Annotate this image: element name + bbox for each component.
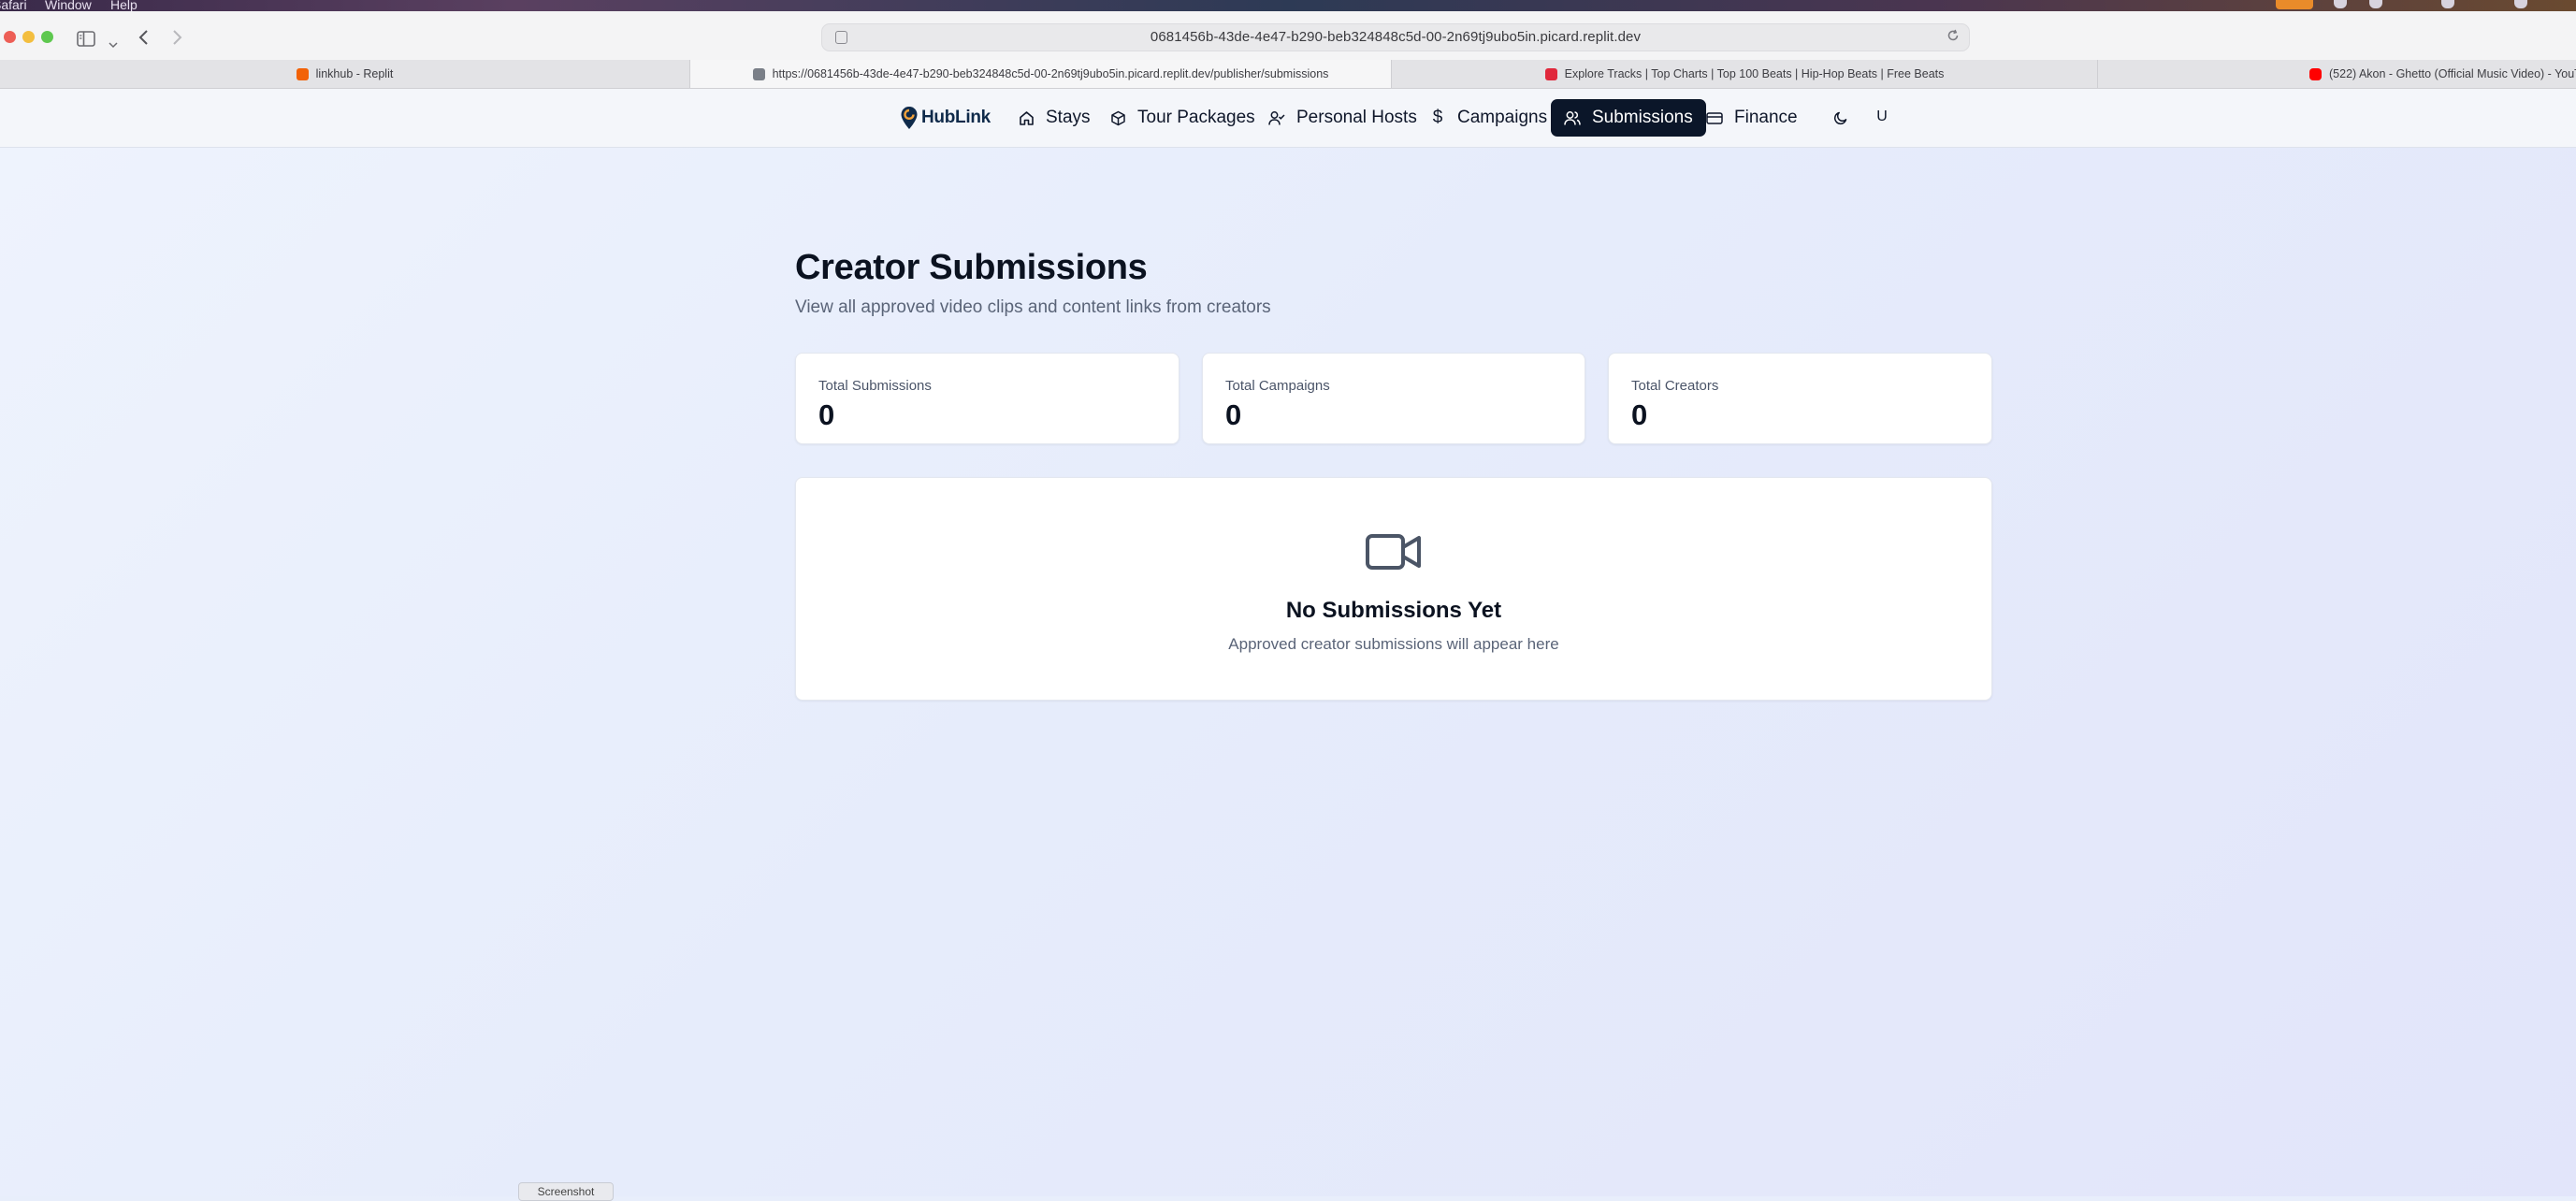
nav-personal-hosts[interactable]: Personal Hosts xyxy=(1255,99,1430,137)
empty-state-title: No Submissions Yet xyxy=(1285,598,1502,623)
browser-tab[interactable]: Explore Tracks | Top Charts | Top 100 Be… xyxy=(1392,60,2098,88)
minimize-window-button[interactable] xyxy=(22,31,35,43)
tab-bar: linkhub - Replit https://0681456b-43de-4… xyxy=(0,60,2576,89)
user-check-icon xyxy=(1268,109,1285,126)
site-header: HubLink Stays Tour Packages Personal Hos… xyxy=(0,89,2576,148)
main-content: Creator Submissions View all approved vi… xyxy=(0,148,2576,1196)
map-pin-logo-icon xyxy=(901,107,918,129)
stat-card-total-submissions: Total Submissions 0 xyxy=(795,353,1179,444)
chevron-down-icon[interactable] xyxy=(109,29,118,55)
nav-submissions[interactable]: Submissions xyxy=(1551,99,1706,137)
hublink-logo[interactable]: HubLink xyxy=(900,103,991,133)
url-text: 0681456b-43de-4e47-b290-beb324848c5d-00-… xyxy=(1150,29,1642,45)
status-menu-icon[interactable] xyxy=(2276,0,2313,9)
moon-icon xyxy=(1833,111,1847,125)
nav-finance[interactable]: Finance xyxy=(1693,99,1811,137)
stat-card-total-creators: Total Creators 0 xyxy=(1608,353,1992,444)
page-subtitle: View all approved video clips and conten… xyxy=(795,297,1271,317)
stat-card-total-campaigns: Total Campaigns 0 xyxy=(1202,353,1585,444)
user-avatar[interactable]: U xyxy=(1870,103,1894,131)
nav-label: Campaigns xyxy=(1457,108,1548,127)
home-icon xyxy=(1018,109,1035,126)
browser-tab[interactable]: (522) Akon - Ghetto (Official Music Vide… xyxy=(2098,60,2576,88)
browser-tab-active[interactable]: https://0681456b-43de-4e47-b290-beb32484… xyxy=(690,60,1392,88)
status-menu-icon[interactable] xyxy=(2334,0,2347,8)
stat-value: 0 xyxy=(1225,398,1242,431)
empty-state-subtitle: Approved creator submissions will appear… xyxy=(1228,635,1559,653)
nav-label: Personal Hosts xyxy=(1296,108,1417,127)
browser-toolbar: 0681456b-43de-4e47-b290-beb324848c5d-00-… xyxy=(0,11,2576,60)
beats-favicon-icon xyxy=(1544,67,1557,80)
address-bar[interactable]: 0681456b-43de-4e47-b290-beb324848c5d-00-… xyxy=(821,23,1970,51)
close-window-button[interactable] xyxy=(4,31,16,43)
package-icon xyxy=(1109,109,1126,126)
tab-label: (522) Akon - Ghetto (Official Music Vide… xyxy=(2329,67,2576,80)
youtube-favicon-icon xyxy=(2309,67,2322,80)
theme-toggle-button[interactable] xyxy=(1829,106,1853,130)
tab-label: Explore Tracks | Top Charts | Top 100 Be… xyxy=(1564,67,1945,80)
nav-label: Stays xyxy=(1046,108,1091,127)
dollar-icon: $ xyxy=(1432,108,1443,127)
stat-label: Total Creators xyxy=(1631,378,1719,394)
tab-label: linkhub - Replit xyxy=(315,67,394,80)
nav-label: Finance xyxy=(1734,108,1798,127)
back-icon[interactable] xyxy=(138,26,150,52)
nav-campaigns[interactable]: $ Campaigns xyxy=(1416,99,1560,137)
sidebar-toggle-icon[interactable] xyxy=(77,27,95,53)
macos-menubar: Safari Window Help xyxy=(0,0,2576,12)
nav-tour-packages[interactable]: Tour Packages xyxy=(1096,99,1268,137)
nav-stays[interactable]: Stays xyxy=(1005,99,1104,137)
page-title: Creator Submissions xyxy=(795,248,1148,287)
browser-tab[interactable]: linkhub - Replit xyxy=(0,60,690,88)
credit-card-icon xyxy=(1706,109,1723,126)
site-favicon-icon xyxy=(752,67,765,80)
stat-value: 0 xyxy=(818,398,835,431)
forward-icon[interactable] xyxy=(171,26,182,52)
stat-label: Total Campaigns xyxy=(1225,378,1330,394)
screenshot-floating-label[interactable]: Screenshot xyxy=(518,1182,614,1201)
nav-label: Submissions xyxy=(1592,108,1693,127)
stat-value: 0 xyxy=(1631,398,1648,431)
logo-text: HubLink xyxy=(921,108,991,127)
status-menu-icon[interactable] xyxy=(2514,0,2527,8)
reload-icon[interactable] xyxy=(1946,27,1960,47)
tab-label: https://0681456b-43de-4e47-b290-beb32484… xyxy=(772,67,1329,80)
stat-label: Total Submissions xyxy=(818,378,932,394)
replit-favicon-icon xyxy=(296,67,309,80)
video-camera-icon xyxy=(1366,534,1421,570)
empty-state-card: No Submissions Yet Approved creator subm… xyxy=(795,477,1992,701)
status-menu-icon[interactable] xyxy=(2369,0,2382,8)
users-icon xyxy=(1564,109,1581,126)
nav-label: Tour Packages xyxy=(1137,108,1255,127)
zoom-window-button[interactable] xyxy=(41,31,53,43)
status-menu-icon[interactable] xyxy=(2441,0,2454,8)
